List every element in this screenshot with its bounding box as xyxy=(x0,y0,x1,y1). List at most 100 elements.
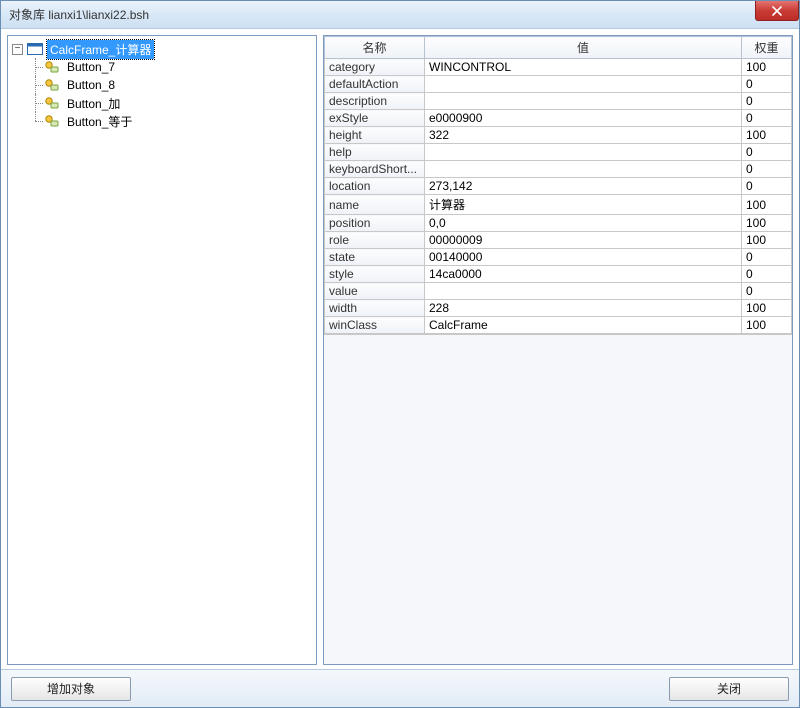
button-icon xyxy=(44,95,60,111)
tree-pane[interactable]: − CalcFrame_计算器 Button_7 Button_8Button_加… xyxy=(7,35,317,665)
cell-weight[interactable]: 0 xyxy=(742,249,792,266)
cell-weight[interactable]: 0 xyxy=(742,76,792,93)
cell-value[interactable] xyxy=(425,76,742,93)
cell-value[interactable]: 00000009 xyxy=(425,232,742,249)
cell-value[interactable]: 322 xyxy=(425,127,742,144)
table-row[interactable]: categoryWINCONTROL100 xyxy=(325,59,792,76)
split-panes: − CalcFrame_计算器 Button_7 Button_8Button_加… xyxy=(1,29,799,669)
table-row[interactable]: value 0 xyxy=(325,283,792,300)
cell-value[interactable] xyxy=(425,144,742,161)
cell-name: style xyxy=(325,266,425,283)
cell-value[interactable]: 计算器 xyxy=(425,195,742,215)
cell-name: exStyle xyxy=(325,110,425,127)
table-row[interactable]: description 0 xyxy=(325,93,792,110)
cell-weight[interactable]: 100 xyxy=(742,127,792,144)
table-empty-area xyxy=(324,334,792,664)
cell-name: help xyxy=(325,144,425,161)
cell-name: position xyxy=(325,215,425,232)
object-tree: − CalcFrame_计算器 Button_7 Button_8Button_加… xyxy=(10,40,314,130)
tree-root-label[interactable]: CalcFrame_计算器 xyxy=(47,40,154,59)
button-icon xyxy=(44,59,60,75)
cell-weight[interactable]: 100 xyxy=(742,195,792,215)
cell-weight[interactable]: 0 xyxy=(742,144,792,161)
cell-value[interactable]: 273,142 xyxy=(425,178,742,195)
properties-pane: 名称 值 权重 categoryWINCONTROL100defaultActi… xyxy=(323,35,793,665)
cell-weight[interactable]: 0 xyxy=(742,283,792,300)
table-row[interactable]: exStylee00009000 xyxy=(325,110,792,127)
tree-root-row[interactable]: − CalcFrame_计算器 xyxy=(10,40,314,58)
tree-child-row[interactable]: Button_加 xyxy=(10,94,314,112)
tree-connector-icon xyxy=(30,58,44,76)
cell-name: name xyxy=(325,195,425,215)
add-object-button[interactable]: 增加对象 xyxy=(11,677,131,701)
properties-table[interactable]: 名称 值 权重 categoryWINCONTROL100defaultActi… xyxy=(324,36,792,334)
collapse-icon[interactable]: − xyxy=(12,44,23,55)
cell-value[interactable]: 14ca0000 xyxy=(425,266,742,283)
tree-connector-icon xyxy=(30,94,44,112)
table-row[interactable]: height322100 xyxy=(325,127,792,144)
table-header-row: 名称 值 权重 xyxy=(325,37,792,59)
tree-child-label[interactable]: Button_7 xyxy=(64,59,118,75)
window-title: 对象库 lianxi1\lianxi22.bsh xyxy=(9,6,149,23)
button-icon xyxy=(44,113,60,129)
cell-weight[interactable]: 0 xyxy=(742,93,792,110)
cell-value[interactable]: 0,0 xyxy=(425,215,742,232)
tree-connector-icon xyxy=(30,112,44,130)
tree-child-label[interactable]: Button_加 xyxy=(64,94,123,113)
cell-weight[interactable]: 0 xyxy=(742,178,792,195)
cell-name: width xyxy=(325,300,425,317)
table-row[interactable]: width228100 xyxy=(325,300,792,317)
footer-bar: 增加对象 关闭 xyxy=(1,669,799,707)
cell-value[interactable]: 228 xyxy=(425,300,742,317)
cell-weight[interactable]: 100 xyxy=(742,300,792,317)
table-row[interactable]: keyboardShort... 0 xyxy=(325,161,792,178)
cell-value[interactable] xyxy=(425,161,742,178)
table-row[interactable]: defaultAction 0 xyxy=(325,76,792,93)
cell-value[interactable]: e0000900 xyxy=(425,110,742,127)
button-icon xyxy=(44,77,60,93)
table-row[interactable]: name计算器100 xyxy=(325,195,792,215)
close-dialog-button[interactable]: 关闭 xyxy=(669,677,789,701)
cell-name: keyboardShort... xyxy=(325,161,425,178)
table-row[interactable]: role00000009100 xyxy=(325,232,792,249)
tree-child-row[interactable]: Button_等于 xyxy=(10,112,314,130)
col-weight[interactable]: 权重 xyxy=(742,37,792,59)
col-value[interactable]: 值 xyxy=(425,37,742,59)
close-button[interactable] xyxy=(755,1,799,21)
cell-value[interactable]: WINCONTROL xyxy=(425,59,742,76)
table-row[interactable]: style14ca00000 xyxy=(325,266,792,283)
table-row[interactable]: location273,1420 xyxy=(325,178,792,195)
cell-name: value xyxy=(325,283,425,300)
cell-weight[interactable]: 0 xyxy=(742,266,792,283)
tree-child-row[interactable]: Button_8 xyxy=(10,76,314,94)
cell-value[interactable] xyxy=(425,283,742,300)
cell-name: description xyxy=(325,93,425,110)
titlebar: 对象库 lianxi1\lianxi22.bsh xyxy=(1,1,799,29)
cell-name: defaultAction xyxy=(325,76,425,93)
cell-weight[interactable]: 100 xyxy=(742,215,792,232)
cell-weight[interactable]: 0 xyxy=(742,110,792,127)
tree-child-label[interactable]: Button_等于 xyxy=(64,112,135,131)
cell-weight[interactable]: 100 xyxy=(742,232,792,249)
cell-name: location xyxy=(325,178,425,195)
cell-name: category xyxy=(325,59,425,76)
table-row[interactable]: state001400000 xyxy=(325,249,792,266)
tree-child-label[interactable]: Button_8 xyxy=(64,77,118,93)
cell-name: winClass xyxy=(325,317,425,334)
col-name[interactable]: 名称 xyxy=(325,37,425,59)
cell-weight[interactable]: 100 xyxy=(742,317,792,334)
table-row[interactable]: help 0 xyxy=(325,144,792,161)
content-area: − CalcFrame_计算器 Button_7 Button_8Button_加… xyxy=(1,29,799,707)
cell-weight[interactable]: 100 xyxy=(742,59,792,76)
cell-weight[interactable]: 0 xyxy=(742,161,792,178)
tree-child-row[interactable]: Button_7 xyxy=(10,58,314,76)
cell-value[interactable]: CalcFrame xyxy=(425,317,742,334)
cell-value[interactable]: 00140000 xyxy=(425,249,742,266)
window-root: 对象库 lianxi1\lianxi22.bsh − xyxy=(0,0,800,708)
table-row[interactable]: position0,0100 xyxy=(325,215,792,232)
cell-name: role xyxy=(325,232,425,249)
cell-name: state xyxy=(325,249,425,266)
table-row[interactable]: winClassCalcFrame100 xyxy=(325,317,792,334)
close-icon xyxy=(772,6,782,16)
cell-value[interactable] xyxy=(425,93,742,110)
